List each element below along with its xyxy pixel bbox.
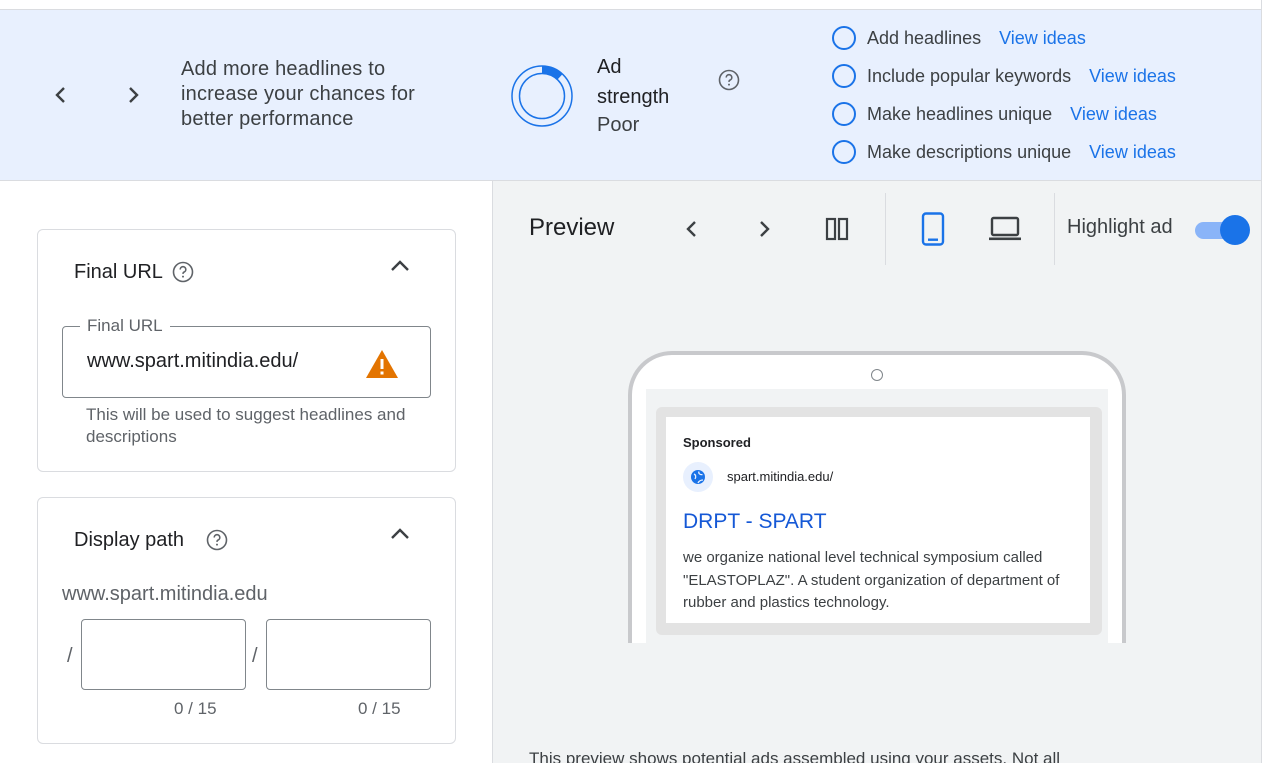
tip-include-keywords: Include popular keywords View ideas (832, 62, 1176, 90)
path2-input[interactable] (266, 619, 431, 690)
chevron-left-icon (686, 221, 696, 237)
ad-display-url: spart.mitindia.edu/ (727, 469, 834, 484)
view-ideas-link[interactable]: View ideas (1089, 142, 1176, 163)
final-url-title: Final URL (74, 261, 163, 283)
preview-disclaimer: This preview shows potential ads assembl… (529, 749, 1061, 763)
ad-strength-help-icon[interactable] (718, 69, 740, 91)
next-preview-button[interactable] (746, 211, 782, 247)
desktop-preview-button[interactable] (987, 211, 1023, 247)
chevron-up-icon (391, 260, 409, 271)
path1-counter: 0 / 15 (174, 699, 217, 718)
path1-input[interactable] (81, 619, 246, 690)
tip-label: Add headlines (867, 27, 982, 48)
ad-frame: Sponsored spart.mitindia.edu/ DRPT - SPA… (656, 407, 1102, 635)
final-url-field[interactable]: Final URL www.spart.mitindia.edu/ (62, 316, 431, 398)
final-url-hint: This will be used to suggest headlines a… (86, 405, 406, 446)
tip-radio[interactable] (832, 140, 856, 164)
display-path-card: Display path www.spart.mitindia.edu / / … (37, 497, 456, 744)
tip-radio[interactable] (832, 102, 856, 126)
ad-strength-arc (542, 66, 563, 80)
path2-counter: 0 / 15 (358, 699, 401, 718)
columns-view-button[interactable] (819, 211, 855, 247)
laptop-icon (989, 216, 1021, 241)
ad-editor-panel: Final URL Final URL www.spart.mitindia.e… (0, 181, 493, 763)
tip-radio[interactable] (832, 26, 856, 50)
tip-add-headlines: Add headlines View ideas (832, 24, 1086, 52)
mobile-preview-button[interactable] (915, 211, 951, 247)
toolbar-divider (885, 193, 886, 265)
previous-tip-button[interactable] (46, 80, 76, 110)
banner-message: Add more headlines to increase your chan… (181, 58, 416, 130)
tip-label: Make headlines unique (867, 103, 1053, 124)
final-url-field-label: Final URL (80, 316, 170, 336)
top-divider (0, 0, 1262, 10)
tip-radio[interactable] (832, 64, 856, 88)
view-ideas-link[interactable]: View ideas (999, 28, 1086, 49)
display-path-title: Display path (74, 529, 185, 551)
phone-icon (921, 212, 945, 246)
globe-icon (683, 462, 713, 492)
preview-panel: Preview Highlight ad Sponsored spart.mit… (493, 181, 1261, 763)
columns-icon (825, 217, 849, 241)
tip-label: Make descriptions unique (867, 141, 1072, 162)
ad-strength-value: Poor (597, 114, 640, 136)
highlight-ad-toggle[interactable] (1195, 215, 1250, 245)
next-tip-button[interactable] (118, 80, 148, 110)
camera-dot (871, 369, 883, 381)
view-ideas-link[interactable]: View ideas (1070, 104, 1157, 125)
toggle-knob (1220, 215, 1250, 245)
tip-unique-descriptions: Make descriptions unique View ideas (832, 138, 1176, 166)
previous-preview-button[interactable] (674, 211, 710, 247)
ad-headline[interactable]: DRPT - SPART (683, 510, 827, 534)
path-separator: / (67, 645, 73, 667)
chevron-left-icon (55, 87, 65, 103)
final-url-card: Final URL Final URL www.spart.mitindia.e… (37, 229, 456, 472)
final-url-value: www.spart.mitindia.edu/ (87, 350, 299, 372)
collapse-final-url-button[interactable] (385, 251, 415, 281)
path-separator: / (252, 645, 258, 667)
display-path-help-icon[interactable] (206, 529, 228, 551)
preview-title: Preview (529, 214, 615, 241)
ad-strength-ring (511, 65, 573, 127)
collapse-display-path-button[interactable] (385, 519, 415, 549)
final-url-help-icon[interactable] (172, 261, 194, 283)
view-ideas-link[interactable]: View ideas (1089, 66, 1176, 87)
toolbar-divider (1054, 193, 1055, 265)
ad-preview-card: Sponsored spart.mitindia.edu/ DRPT - SPA… (666, 417, 1090, 623)
ad-strength-label: Ad strength (597, 56, 670, 108)
sponsored-label: Sponsored (683, 435, 751, 450)
page-right-border (1261, 0, 1262, 763)
chevron-right-icon (760, 221, 770, 237)
highlight-ad-label: Highlight ad (1067, 216, 1173, 238)
tip-unique-headlines: Make headlines unique View ideas (832, 100, 1157, 128)
phone-mockup: Sponsored spart.mitindia.edu/ DRPT - SPA… (628, 351, 1126, 647)
tip-label: Include popular keywords (867, 65, 1072, 86)
warning-icon (366, 350, 398, 378)
ad-strength-banner: Add more headlines to increase your chan… (0, 10, 1261, 181)
chevron-right-icon (129, 87, 139, 103)
ad-description: we organize national level technical sym… (683, 549, 1060, 611)
chevron-up-icon (391, 528, 409, 539)
phone-screen: Sponsored spart.mitindia.edu/ DRPT - SPA… (646, 389, 1108, 647)
display-path-base: www.spart.mitindia.edu (62, 583, 268, 605)
